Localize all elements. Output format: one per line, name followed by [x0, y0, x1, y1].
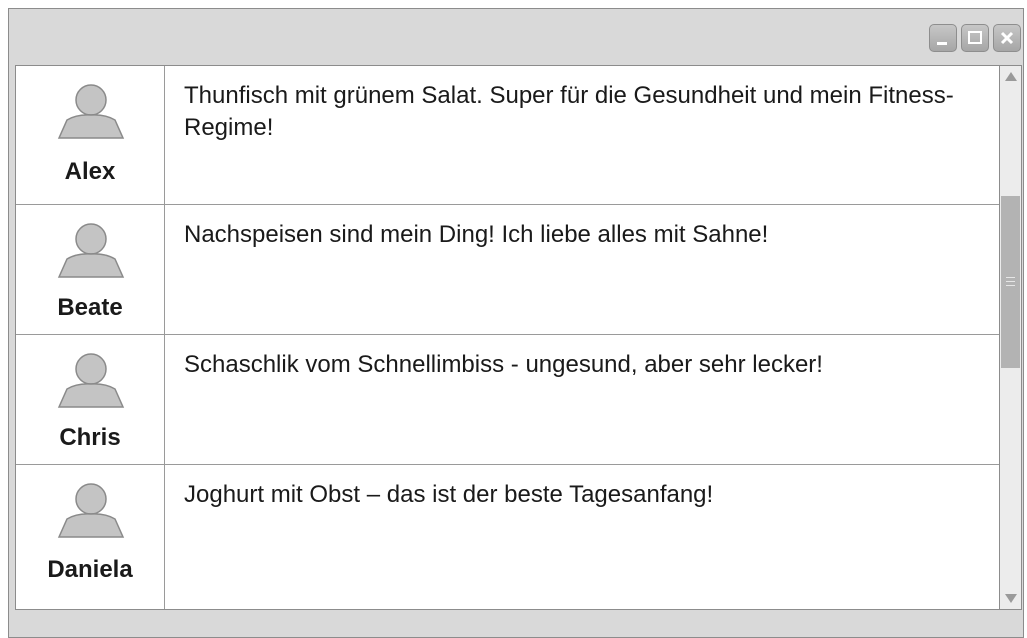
user-cell: Alex	[16, 66, 165, 204]
scroll-down-icon[interactable]	[1005, 594, 1017, 603]
message-row: Beate Nachspeisen sind mein Ding! Ich li…	[16, 205, 999, 335]
message-text: Nachspeisen sind mein Ding! Ich liebe al…	[184, 221, 769, 248]
user-avatar-icon	[57, 353, 125, 408]
user-cell: Beate	[16, 205, 165, 334]
message-list[interactable]: Alex Thunfisch mit grünem Salat. Super f…	[15, 65, 1000, 610]
user-avatar-icon	[57, 84, 125, 139]
username: Chris	[59, 424, 121, 451]
message-text: Thunfisch mit grünem Salat. Super für di…	[184, 82, 954, 141]
window-controls	[929, 24, 1021, 52]
scroll-thumb[interactable]	[1001, 196, 1020, 368]
vertical-scrollbar[interactable]	[1000, 65, 1022, 610]
username: Beate	[57, 294, 123, 321]
chat-window: Alex Thunfisch mit grünem Salat. Super f…	[8, 8, 1024, 638]
username: Alex	[64, 158, 116, 185]
scroll-up-icon[interactable]	[1005, 72, 1017, 81]
maximize-button[interactable]	[961, 24, 989, 52]
grip-icon	[1006, 277, 1015, 286]
message-row: Alex Thunfisch mit grünem Salat. Super f…	[16, 66, 999, 205]
minimize-button[interactable]	[929, 24, 957, 52]
message-row: Chris Schaschlik vom Schnellimbiss - ung…	[16, 335, 999, 465]
user-avatar-icon	[57, 223, 125, 278]
message-row: Daniela Joghurt mit Obst – das ist der b…	[16, 465, 999, 609]
user-cell: Daniela	[16, 465, 165, 609]
username: Daniela	[47, 556, 133, 583]
message-text: Joghurt mit Obst – das ist der beste Tag…	[184, 481, 714, 508]
minimize-icon	[937, 42, 947, 45]
close-button[interactable]	[993, 24, 1021, 52]
user-avatar-icon	[57, 483, 125, 538]
close-icon	[1000, 31, 1014, 45]
maximize-icon	[968, 31, 982, 44]
user-cell: Chris	[16, 335, 165, 464]
message-text: Schaschlik vom Schnellimbiss - ungesund,…	[184, 351, 823, 378]
title-bar[interactable]	[9, 9, 1023, 65]
